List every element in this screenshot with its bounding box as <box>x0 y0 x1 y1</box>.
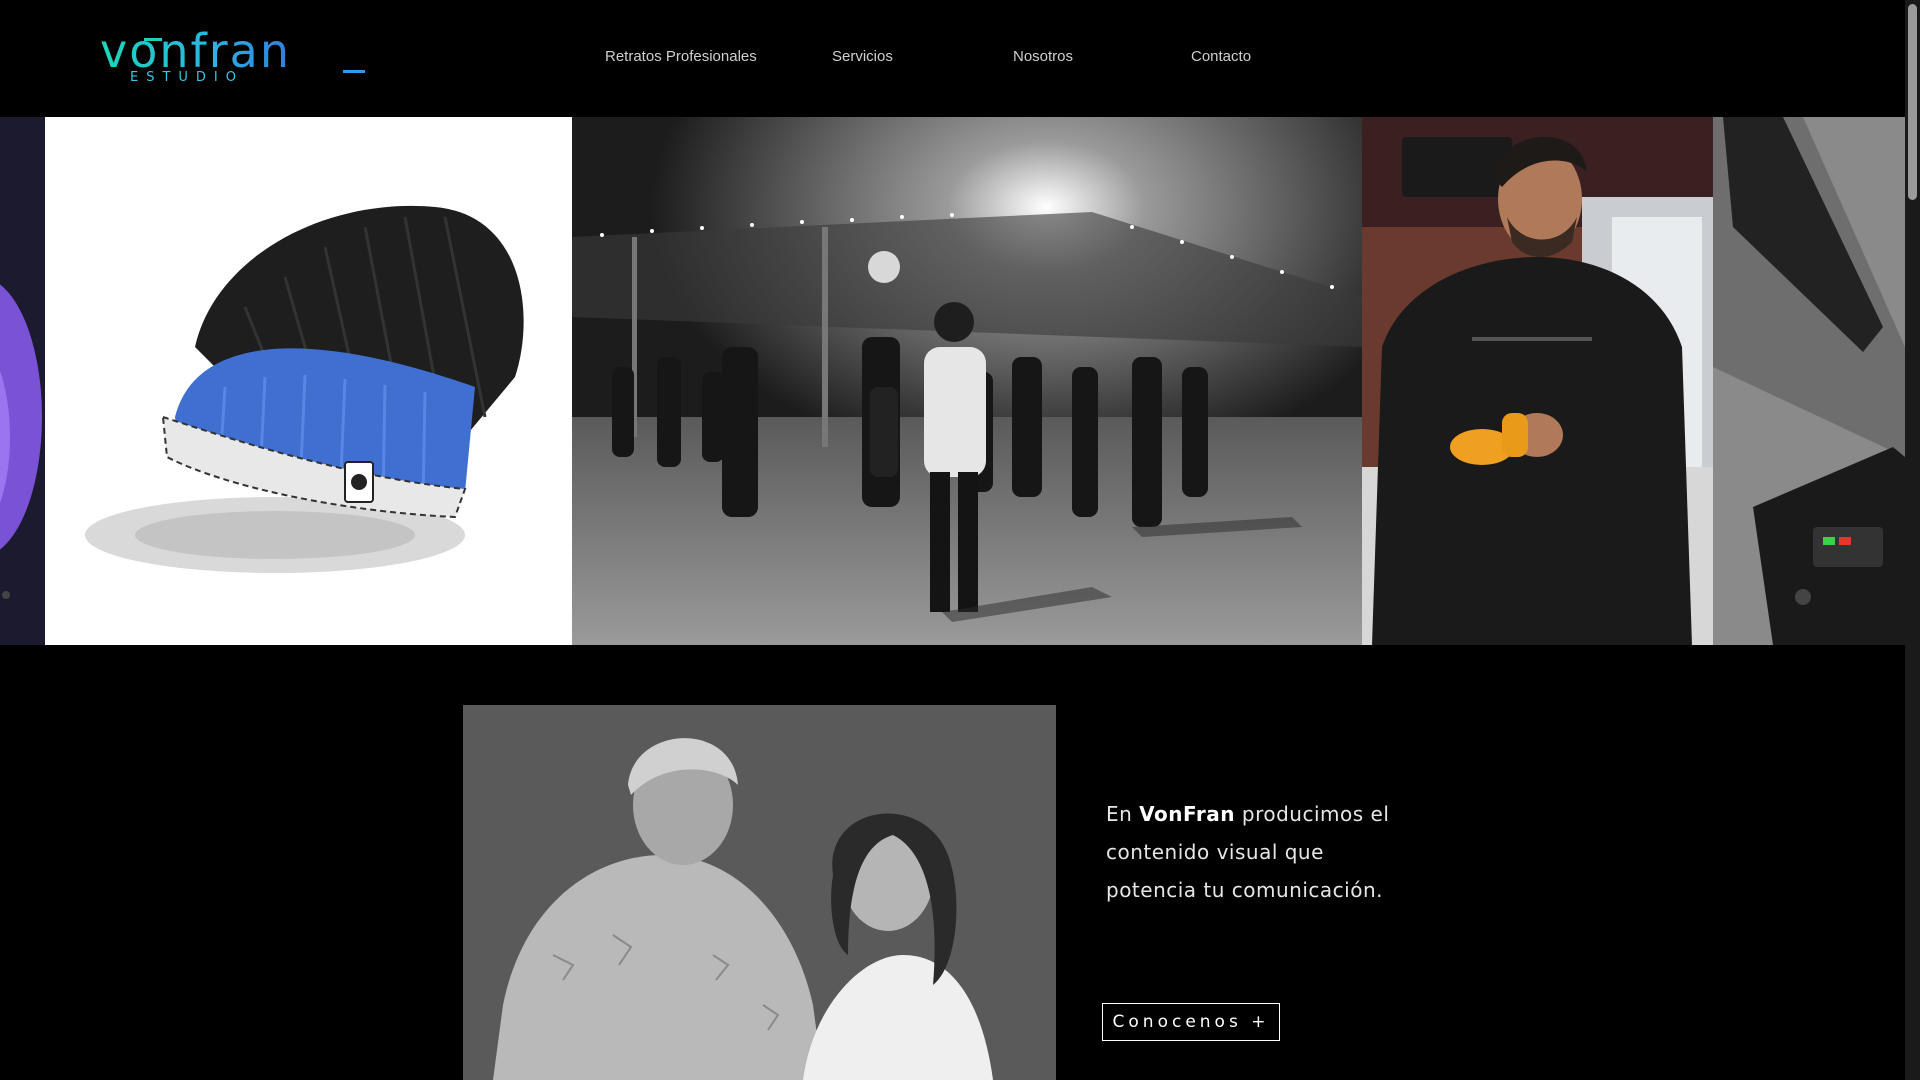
gallery-image-event-night[interactable] <box>572 117 1362 645</box>
nav-nosotros[interactable]: Nosotros <box>1013 48 1073 65</box>
nav-servicios[interactable]: Servicios <box>832 48 893 65</box>
gallery-image-beanie[interactable] <box>45 117 572 645</box>
conocenos-button[interactable]: Conocenos + <box>1102 1003 1280 1041</box>
nav-contacto[interactable]: Contacto <box>1191 48 1251 65</box>
site-header: vonfran ESTUDIO Retratos Profesionales S… <box>0 0 1905 117</box>
gallery-image-device-product[interactable] <box>1713 117 1905 645</box>
photo-gallery-strip[interactable] <box>0 117 1905 645</box>
nav-retratos-profesionales[interactable]: Retratos Profesionales <box>605 48 757 65</box>
about-team-photo <box>463 705 1056 1080</box>
logo-wordmark: vonfran <box>100 24 291 78</box>
gallery-image-purple-product[interactable] <box>0 117 45 645</box>
scrollbar-thumb[interactable] <box>1908 4 1917 200</box>
brand-logo[interactable]: vonfran ESTUDIO <box>100 26 365 86</box>
logo-underline <box>343 70 365 73</box>
page-scrollbar[interactable] <box>1905 0 1920 1080</box>
gallery-image-fitness-portrait[interactable] <box>1362 117 1713 645</box>
about-tagline: En VonFran producimos el contenido visua… <box>1106 795 1406 909</box>
about-text-before: En <box>1106 802 1140 826</box>
logo-macron <box>144 38 162 41</box>
logo-subtitle: ESTUDIO <box>130 70 244 85</box>
about-brand-name: VonFran <box>1139 802 1236 826</box>
